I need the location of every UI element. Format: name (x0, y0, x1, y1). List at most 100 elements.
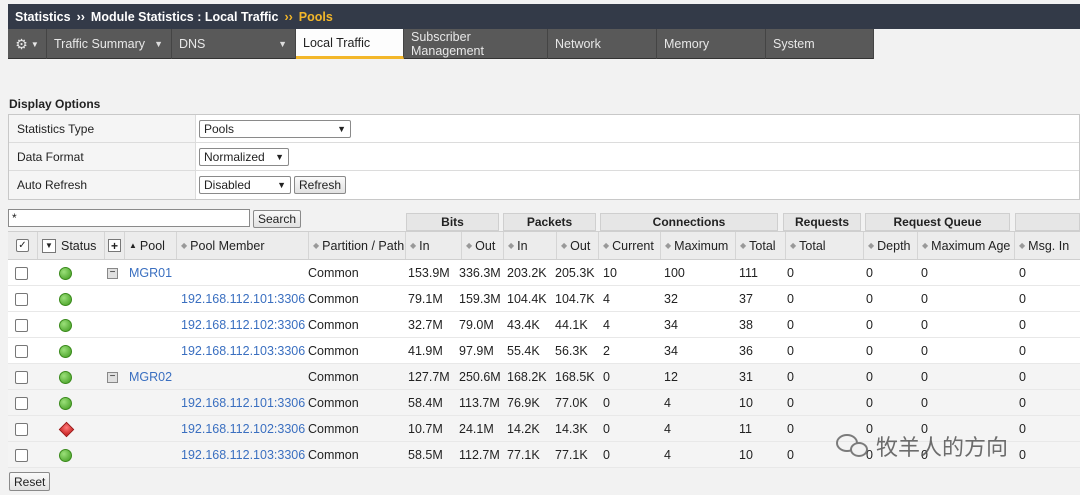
search-button[interactable]: Search (253, 210, 302, 228)
tab-local-traffic[interactable]: Local Traffic (296, 29, 404, 59)
search-input[interactable]: * (8, 209, 250, 227)
data-format-select[interactable]: Normalized ▼ (199, 147, 289, 166)
bits-in-cell: 58.4M (408, 396, 443, 410)
column-header-partition[interactable]: ◆ Partition / Path (309, 232, 406, 259)
column-header-requests-total[interactable]: ◆ Total (786, 232, 864, 259)
select-all-checkbox[interactable]: ✓ (16, 239, 29, 252)
select-value: Pools (204, 121, 235, 136)
breadcrumb-statistics[interactable]: Statistics (15, 10, 71, 24)
column-label: Maximum Age (931, 238, 1011, 253)
pool-member-link[interactable]: 192.168.112.102:3306 (181, 416, 305, 442)
breadcrumb-module-statistics[interactable]: Module Statistics : Local Traffic (91, 10, 279, 24)
status-available-icon (59, 344, 72, 358)
msg-in-cell: 0 (1019, 318, 1026, 332)
column-header-maximum[interactable]: ◆ Maximum (661, 232, 736, 259)
sort-icon: ◆ (410, 241, 417, 250)
column-header-packets-in[interactable]: ◆ In (504, 232, 557, 259)
column-header-pool[interactable]: ▲ Pool (125, 232, 177, 259)
bits-out-cell: 112.7M (459, 448, 500, 462)
sort-icon: ◆ (181, 241, 188, 250)
bits-out-cell: 113.7M (459, 396, 500, 410)
row-checkbox[interactable] (15, 318, 28, 332)
depth-cell: 0 (866, 292, 873, 306)
status-available-icon (59, 318, 72, 332)
column-header-bits-out[interactable]: ◆ Out (462, 232, 504, 259)
row-checkbox[interactable] (15, 448, 28, 462)
row-checkbox[interactable] (15, 292, 28, 306)
tab-dns[interactable]: DNS ▼ (172, 29, 296, 59)
bits-out-cell: 159.3M (459, 292, 501, 306)
column-header-packets-out[interactable]: ◆ Out (557, 232, 599, 259)
maximum-connections-cell: 12 (664, 370, 678, 384)
table-row: 192.168.112.101:3306 Common 79.1M 159.3M… (8, 286, 1080, 312)
column-label: Msg. In (1028, 238, 1070, 253)
pool-member-link[interactable]: 192.168.112.103:3306 (181, 338, 305, 364)
column-header-total[interactable]: ◆ Total (736, 232, 786, 259)
packets-out-cell: 14.3K (555, 422, 588, 436)
tab-traffic-summary[interactable]: Traffic Summary ▼ (47, 29, 172, 59)
column-label: Partition / Path (322, 238, 405, 253)
sort-icon: ◆ (508, 241, 515, 250)
depth-cell: 0 (866, 318, 873, 332)
partition-cell: Common (308, 370, 359, 384)
display-options-panel: Statistics Type Pools ▼ Data Format Norm… (8, 114, 1080, 200)
chevron-down-icon: ▼ (337, 123, 346, 134)
pool-link[interactable]: MGR01 (129, 260, 172, 286)
bits-in-cell: 58.5M (408, 448, 443, 462)
row-checkbox[interactable] (15, 344, 28, 358)
tab-gear-menu[interactable]: ⚙ ▼ (8, 29, 47, 59)
pool-member-link[interactable]: 192.168.112.101:3306 (181, 390, 305, 416)
chevron-down-icon: ▼ (275, 151, 284, 162)
pool-member-link[interactable]: 192.168.112.102:3306 (181, 312, 305, 338)
row-checkbox[interactable] (15, 266, 28, 280)
row-checkbox[interactable] (15, 396, 28, 410)
packets-in-cell: 104.4K (507, 292, 547, 306)
maximum-connections-cell: 34 (664, 344, 678, 358)
row-checkbox[interactable] (15, 422, 28, 436)
msg-in-cell: 0 (1019, 422, 1026, 436)
status-available-icon (59, 370, 72, 384)
column-label: Current (612, 238, 654, 253)
msg-in-cell: 0 (1019, 370, 1026, 384)
group-header-more (1015, 213, 1080, 231)
table-row: 192.168.112.102:3306 Common 32.7M 79.0M … (8, 312, 1080, 338)
column-header-depth[interactable]: ◆ Depth (864, 232, 918, 259)
current-connections-cell: 10 (603, 266, 617, 280)
column-header-msg-in[interactable]: ◆ Msg. In (1015, 232, 1080, 259)
pool-member-link[interactable]: 192.168.112.103:3306 (181, 442, 305, 468)
statistics-type-select[interactable]: Pools ▼ (199, 119, 351, 138)
depth-cell: 0 (866, 266, 873, 280)
column-header-maximum-age[interactable]: ◆ Maximum Age (918, 232, 1015, 259)
chevron-down-icon[interactable]: ▼ (42, 238, 56, 253)
collapse-icon[interactable]: − (107, 371, 118, 383)
partition-cell: Common (308, 266, 359, 280)
wechat-icon (836, 432, 870, 460)
tab-memory[interactable]: Memory (657, 29, 766, 59)
tab-subscriber-management[interactable]: Subscriber Management (404, 29, 548, 59)
maximum-connections-cell: 4 (664, 422, 671, 436)
refresh-button[interactable]: Refresh (294, 176, 347, 194)
tab-label: Traffic Summary (54, 37, 145, 51)
group-header-packets: Packets (503, 213, 596, 231)
requests-total-cell: 0 (787, 422, 794, 436)
sort-icon: ◆ (1019, 241, 1026, 250)
column-header-status[interactable]: ▼ Status (38, 232, 105, 259)
packets-in-cell: 43.4K (507, 318, 540, 332)
column-header-pool-member[interactable]: ◆ Pool Member (177, 232, 309, 259)
sort-icon: ◆ (790, 241, 797, 250)
auto-refresh-select[interactable]: Disabled ▼ (199, 176, 291, 194)
group-header-requests: Requests (783, 213, 861, 231)
status-available-icon (59, 266, 72, 280)
expand-all-icon[interactable]: + (108, 239, 121, 253)
pool-link[interactable]: MGR02 (129, 364, 172, 390)
pool-member-link[interactable]: 192.168.112.101:3306 (181, 286, 305, 312)
tab-label: Subscriber Management (411, 30, 484, 58)
tab-network[interactable]: Network (548, 29, 657, 59)
column-header-current[interactable]: ◆ Current (599, 232, 661, 259)
column-header-bits-in[interactable]: ◆ In (406, 232, 462, 259)
partition-cell: Common (308, 396, 359, 410)
row-checkbox[interactable] (15, 370, 28, 384)
reset-button[interactable]: Reset (9, 472, 51, 491)
collapse-icon[interactable]: − (107, 267, 118, 279)
tab-system[interactable]: System (766, 29, 874, 59)
